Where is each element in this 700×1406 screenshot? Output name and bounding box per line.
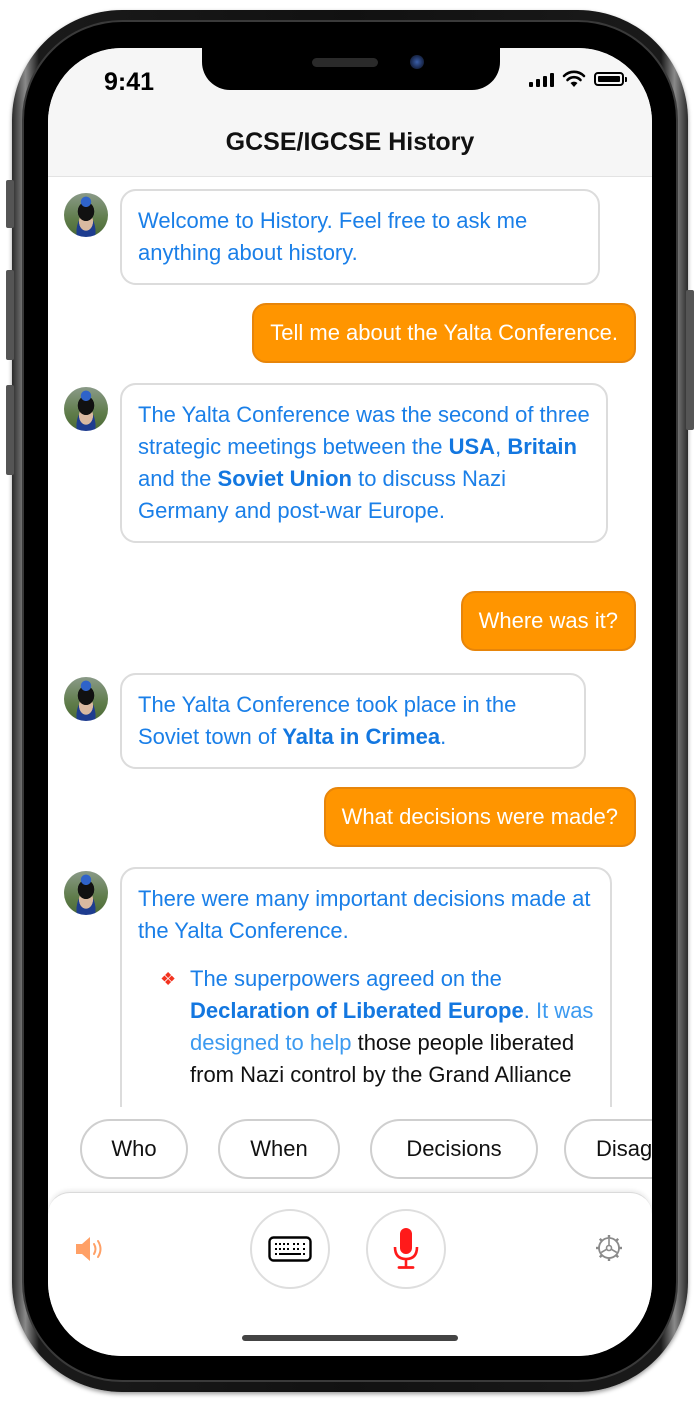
bold-term: USA [448,434,496,459]
volume-up-button [6,270,14,360]
bot-message: The Yalta Conference was the second of t… [120,383,608,543]
bullet-item: ❖ The superpowers agreed on the Declarat… [138,963,594,1091]
header: 9:41 GCSE/IGCSE History [48,48,652,177]
user-message: Where was it? [460,591,636,651]
suggestion-chip-who[interactable]: Who [80,1119,188,1179]
suggestion-chips: Who When Decisions Disagreements [48,1108,652,1192]
message-text: . [523,998,536,1023]
message-text: Tell me about the Yalta Conference. [270,320,618,345]
suggestion-chip-disagreements[interactable]: Disagreements [564,1119,652,1179]
message-text: , [495,434,508,459]
bot-avatar [64,871,108,915]
message-text: The superpowers agreed on the [190,966,502,991]
speaker-icon [76,1237,102,1261]
front-camera [410,55,424,69]
volume-down-button [6,385,14,475]
message-text: and the [138,466,218,491]
keyboard-icon [268,1236,312,1262]
speaker-button[interactable] [74,1235,108,1263]
message-intro: There were many important decisions made… [138,886,591,943]
message-text: What decisions were made? [341,804,618,829]
power-button [686,290,694,430]
input-toolbar [48,1192,652,1356]
status-icons [529,70,627,88]
bold-term: Yalta in Crimea [282,724,441,749]
user-message: What decisions were made? [323,787,636,847]
message-text: Welcome to History. Feel free to ask me … [138,208,528,265]
chat-log[interactable]: Welcome to History. Feel free to ask me … [48,177,652,1107]
bot-message: There were many important decisions made… [120,867,612,1107]
suggestion-chip-when[interactable]: When [218,1119,340,1179]
settings-button[interactable] [594,1233,624,1263]
bold-term: Britain [507,434,577,459]
mute-switch [6,180,14,228]
microphone-icon [393,1228,419,1269]
wifi-icon [562,70,586,87]
bold-term: Soviet Union [217,466,352,491]
app-screen: 9:41 GCSE/IGCSE History Welcome to Histo… [48,48,652,1356]
gear-icon [596,1235,622,1261]
status-time: 9:41 [104,68,155,96]
bot-avatar [64,677,108,721]
notch [202,48,500,90]
microphone-button[interactable] [366,1209,446,1289]
bot-message: The Yalta Conference took place in the S… [120,673,586,769]
red-diamond-bullet-icon: ❖ [160,969,177,989]
suggestion-chip-decisions[interactable]: Decisions [370,1119,538,1179]
home-indicator[interactable] [242,1335,458,1341]
message-text: Where was it? [478,608,618,633]
bullet-text: The superpowers agreed on the Declaratio… [190,963,594,1091]
user-message: Tell me about the Yalta Conference. [252,303,636,363]
battery-icon [594,72,627,86]
bot-avatar [64,193,108,237]
keyboard-button[interactable] [250,1209,330,1289]
message-text: . [440,724,447,749]
cellular-signal-icon [529,71,554,87]
bold-term: Declaration of Liberated Europe [190,998,524,1023]
bot-avatar [64,387,108,431]
earpiece [312,58,378,67]
bot-message: Welcome to History. Feel free to ask me … [120,189,600,285]
page-title: GCSE/IGCSE History [225,128,475,156]
